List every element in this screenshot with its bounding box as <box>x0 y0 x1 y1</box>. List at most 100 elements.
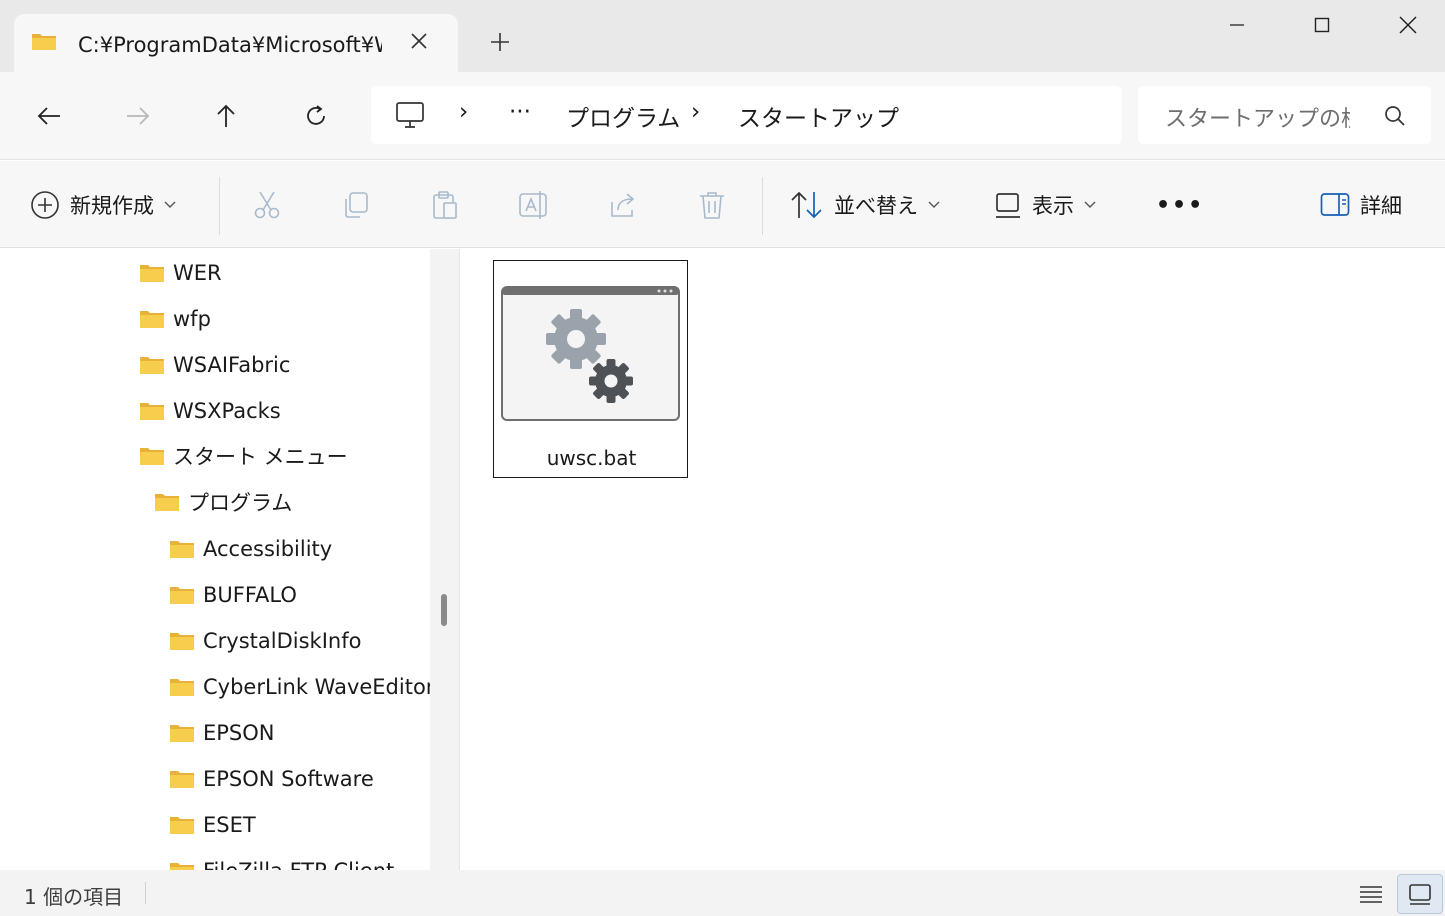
folder-icon <box>140 311 164 328</box>
cut-button[interactable] <box>252 183 282 227</box>
tree-item-programs[interactable]: プログラム <box>154 482 292 522</box>
paste-button[interactable] <box>430 183 460 227</box>
sort-button-label: 並べ替え <box>834 194 918 218</box>
tree-item-wfp[interactable]: wfp <box>139 299 211 339</box>
rename-button[interactable] <box>518 183 550 227</box>
tree-item-cyberlink-waveeditor[interactable]: CyberLink WaveEditor 2 <box>169 667 430 707</box>
view-button[interactable]: 表示 <box>994 183 1096 227</box>
tree-item-label: EPSON <box>203 721 275 745</box>
new-tab-button[interactable] <box>484 28 516 56</box>
search-box[interactable]: スタートアップの検索 <box>1138 86 1431 144</box>
minimize-icon <box>1230 24 1244 26</box>
address-bar[interactable]: › ··· プログラム › スタートアップ <box>371 86 1122 144</box>
chevron-down-icon <box>164 201 176 208</box>
scrollbar-thumb[interactable] <box>441 594 447 626</box>
forward-button[interactable] <box>116 96 160 136</box>
tree-item-label: WSXPacks <box>173 399 281 423</box>
folder-icon <box>170 725 194 742</box>
tree-item-label: EPSON Software <box>203 767 374 791</box>
arrow-up-icon <box>217 104 235 127</box>
copy-button[interactable] <box>341 183 371 227</box>
close-window-button[interactable] <box>1385 8 1431 42</box>
search-input[interactable]: スタートアップの検索 <box>1165 101 1350 133</box>
tree-item-label: ESET <box>203 813 256 837</box>
breadcrumb-overflow[interactable]: ··· <box>509 99 531 125</box>
back-button[interactable] <box>27 96 71 136</box>
folder-icon <box>32 34 56 50</box>
folder-icon <box>140 265 164 282</box>
refresh-icon <box>307 105 325 125</box>
view-icon <box>996 193 1020 218</box>
chevron-down-icon <box>1084 201 1096 208</box>
navigation-bar: › ··· プログラム › スタートアップ スタートアップの検索 <box>0 72 1445 160</box>
up-button[interactable] <box>204 96 248 136</box>
file-list: uwsc.bat <box>462 249 1445 870</box>
add-circle-icon <box>31 191 59 219</box>
tree-item-epson-software[interactable]: EPSON Software <box>169 759 374 799</box>
refresh-button[interactable] <box>294 96 338 136</box>
tree-item-start-menu[interactable]: スタート メニュー <box>139 436 348 476</box>
tree-item-label: wfp <box>173 307 211 331</box>
tab-active[interactable]: C:¥ProgramData¥Microsoft¥Windows¥スタート メニ… <box>14 14 458 72</box>
status-bar: 1 個の項目 <box>0 870 1445 916</box>
tree-item-label: FileZilla FTP Client <box>203 859 394 870</box>
tree-item-wer[interactable]: WER <box>139 253 222 293</box>
tiles-view-icon <box>1409 884 1431 905</box>
folder-icon <box>170 633 194 650</box>
file-item[interactable]: uwsc.bat <box>493 260 688 478</box>
paste-icon <box>433 191 457 219</box>
maximize-button[interactable] <box>1299 8 1345 42</box>
tree-item-crystaldiskinfo[interactable]: CrystalDiskInfo <box>169 621 361 661</box>
breadcrumb-separator[interactable]: › <box>691 99 700 125</box>
sort-button[interactable]: 並べ替え <box>790 183 940 227</box>
plus-icon <box>491 33 509 51</box>
large-icons-view-button[interactable] <box>1397 874 1443 914</box>
list-view-icon <box>1360 886 1382 903</box>
file-name: uwsc.bat <box>546 446 637 470</box>
navigation-pane: WER wfp WSAIFabric WSXPacks スタート メニュー プロ… <box>0 249 430 870</box>
item-count: 1 個の項目 <box>24 885 124 909</box>
status-divider <box>145 882 146 904</box>
new-button[interactable]: 新規作成 <box>30 183 176 227</box>
tree-item-wsxpacks[interactable]: WSXPacks <box>139 391 281 431</box>
tree-item-epson[interactable]: EPSON <box>169 713 275 753</box>
tree-item-label: WER <box>173 261 222 285</box>
more-icon: ••• <box>1156 192 1205 218</box>
copy-icon <box>345 192 368 218</box>
view-button-label: 表示 <box>1032 194 1074 218</box>
tab-close-button[interactable] <box>406 28 432 54</box>
tree-item-eset[interactable]: ESET <box>169 805 256 845</box>
share-button[interactable] <box>608 183 638 227</box>
computer-icon <box>396 102 424 128</box>
arrow-left-icon <box>37 107 60 125</box>
details-pane-button[interactable]: 詳細 <box>1320 183 1402 227</box>
breadcrumb-separator[interactable]: › <box>459 99 468 125</box>
cut-icon <box>254 191 280 219</box>
search-icon[interactable] <box>1384 105 1406 127</box>
folder-icon <box>170 863 194 870</box>
tree-item-label: CrystalDiskInfo <box>203 629 362 653</box>
folder-icon <box>155 494 179 511</box>
tree-item-filezilla[interactable]: FileZilla FTP Client <box>169 851 394 870</box>
folder-icon <box>140 357 164 374</box>
details-pane-icon <box>1320 193 1350 216</box>
delete-button[interactable] <box>697 183 727 227</box>
tree-item-wsaifabric[interactable]: WSAIFabric <box>139 345 290 385</box>
tree-item-label: CyberLink WaveEditor 2 <box>203 675 430 699</box>
folder-icon <box>170 587 194 604</box>
folder-icon <box>140 403 164 420</box>
breadcrumb-programs[interactable]: プログラム <box>566 99 680 133</box>
breadcrumb-startup[interactable]: スタートアップ <box>738 99 899 133</box>
toolbar-divider <box>219 177 220 235</box>
close-icon <box>411 33 427 49</box>
new-button-label: 新規作成 <box>70 194 154 218</box>
details-view-button[interactable] <box>1348 874 1394 914</box>
navigation-scrollbar[interactable] <box>430 249 460 870</box>
command-bar: 新規作成 並べ替え 表示 ••• 詳細 <box>0 161 1445 248</box>
tree-item-buffalo[interactable]: BUFFALO <box>169 575 297 615</box>
tree-item-accessibility[interactable]: Accessibility <box>169 529 332 569</box>
chevron-down-icon <box>928 201 940 208</box>
minimize-button[interactable] <box>1214 8 1260 42</box>
rename-icon <box>519 191 547 219</box>
more-options-button[interactable]: ••• <box>1156 183 1204 227</box>
